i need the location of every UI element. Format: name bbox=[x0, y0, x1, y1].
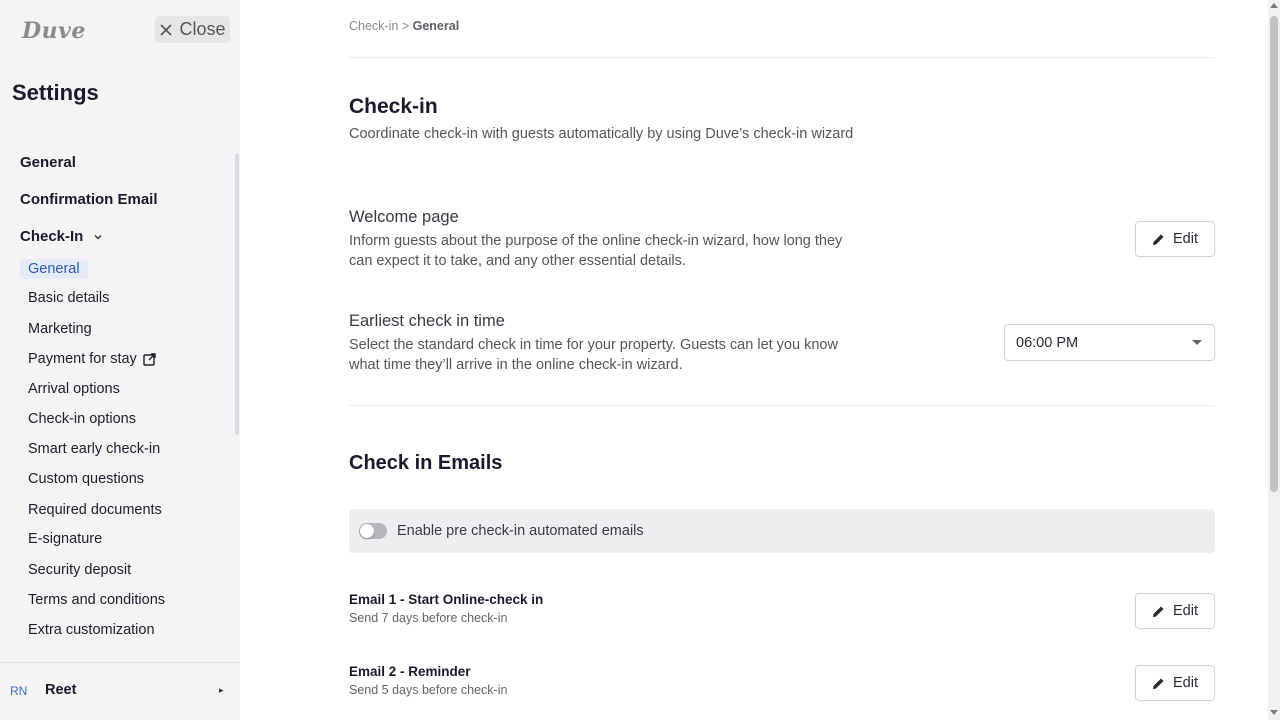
welcome-edit-button[interactable]: Edit bbox=[1135, 221, 1215, 257]
sub-item-arrival-options[interactable]: Arrival options bbox=[28, 381, 120, 397]
chevron-down-icon bbox=[94, 234, 102, 239]
sub-item-marketing[interactable]: Marketing bbox=[28, 321, 92, 337]
sidebar-scrollbar[interactable] bbox=[235, 153, 239, 435]
edit-label: Edit bbox=[1173, 231, 1198, 247]
sub-item-payment-for-stay[interactable]: Payment for stay bbox=[28, 351, 156, 367]
page-scrollbar[interactable] bbox=[1268, 0, 1280, 720]
earliest-check-in-desc: Select the standard check in time for yo… bbox=[349, 337, 838, 373]
sub-item-check-in-options[interactable]: Check-in options bbox=[28, 411, 136, 427]
email-1-title: Email 1 - Start Online-check in bbox=[349, 592, 544, 607]
sub-item-basic-details[interactable]: Basic details bbox=[28, 290, 109, 306]
settings-title: Settings bbox=[12, 80, 99, 105]
sub-item-terms-and-conditions[interactable]: Terms and conditions bbox=[28, 592, 165, 608]
sub-item-security-deposit[interactable]: Security deposit bbox=[28, 562, 131, 578]
sidebar: Duve Close Settings General Confirmation… bbox=[0, 0, 240, 720]
check-in-emails-title: Check in Emails bbox=[349, 452, 503, 474]
pre-check-in-emails-toggle-row: Enable pre check-in automated emails bbox=[349, 509, 1215, 553]
email-2-edit-button[interactable]: Edit bbox=[1135, 665, 1215, 701]
email-2-title: Email 2 - Reminder bbox=[349, 664, 471, 679]
welcome-page-desc: Inform guests about the purpose of the o… bbox=[349, 233, 843, 269]
main-content: Check-in > General Check-in Coordinate c… bbox=[240, 0, 1268, 720]
breadcrumb: Check-in > General bbox=[349, 19, 459, 33]
pencil-icon bbox=[1153, 606, 1164, 617]
email-1-edit-button[interactable]: Edit bbox=[1135, 593, 1215, 629]
pencil-icon bbox=[1153, 234, 1164, 245]
duve-logo[interactable]: Duve bbox=[22, 18, 86, 44]
user-menu[interactable]: RN Reet ▸ bbox=[0, 662, 240, 720]
breadcrumb-separator: > bbox=[401, 19, 410, 33]
avatar: RN bbox=[10, 684, 28, 698]
close-button[interactable]: Close bbox=[155, 16, 230, 43]
email-1-sub: Send 7 days before check-in bbox=[349, 611, 508, 625]
sub-item-custom-questions[interactable]: Custom questions bbox=[28, 471, 144, 487]
toggle-label: Enable pre check-in automated emails bbox=[397, 523, 644, 539]
nav-general[interactable]: General bbox=[20, 154, 76, 171]
sub-item-payment-label: Payment for stay bbox=[28, 351, 137, 367]
breadcrumb-current: General bbox=[412, 19, 460, 33]
page-title: Check-in bbox=[349, 95, 438, 118]
page-subtitle: Coordinate check-in with guests automati… bbox=[349, 126, 854, 142]
pre-check-in-emails-toggle[interactable] bbox=[359, 523, 387, 539]
nav-check-in[interactable]: Check-In bbox=[20, 228, 103, 245]
pencil-icon bbox=[1153, 678, 1164, 689]
toggle-knob bbox=[360, 524, 374, 538]
close-icon bbox=[160, 23, 173, 36]
sub-item-general[interactable]: General bbox=[20, 259, 88, 279]
check-in-time-value: 06:00 PM bbox=[1016, 334, 1079, 351]
breadcrumb-parent[interactable]: Check-in bbox=[349, 19, 398, 33]
nav-check-in-label: Check-In bbox=[20, 228, 84, 245]
sub-item-smart-early-check-in[interactable]: Smart early check-in bbox=[28, 441, 160, 457]
welcome-page-title: Welcome page bbox=[349, 208, 459, 226]
close-label: Close bbox=[179, 19, 226, 39]
sub-item-extra-customization[interactable]: Extra customization bbox=[28, 622, 155, 638]
email-2-sub: Send 5 days before check-in bbox=[349, 683, 508, 697]
check-in-time-select[interactable]: 06:00 PM bbox=[1004, 324, 1215, 361]
nav-confirmation-email[interactable]: Confirmation Email bbox=[20, 191, 158, 208]
external-link-icon bbox=[143, 352, 156, 366]
user-name: Reet bbox=[45, 682, 77, 698]
sub-item-e-signature[interactable]: E-signature bbox=[28, 531, 102, 547]
edit-label: Edit bbox=[1173, 603, 1198, 619]
dropdown-caret-icon bbox=[1192, 340, 1202, 345]
edit-label: Edit bbox=[1173, 675, 1198, 691]
scroll-up-arrow-icon[interactable] bbox=[1270, 3, 1278, 8]
divider bbox=[349, 405, 1215, 406]
earliest-check-in-title: Earliest check in time bbox=[349, 312, 505, 330]
caret-right-icon: ▸ bbox=[219, 685, 224, 695]
scroll-down-arrow-icon[interactable] bbox=[1270, 710, 1278, 715]
sub-item-required-documents[interactable]: Required documents bbox=[28, 502, 162, 518]
divider bbox=[349, 57, 1215, 58]
scroll-thumb[interactable] bbox=[1270, 16, 1278, 492]
